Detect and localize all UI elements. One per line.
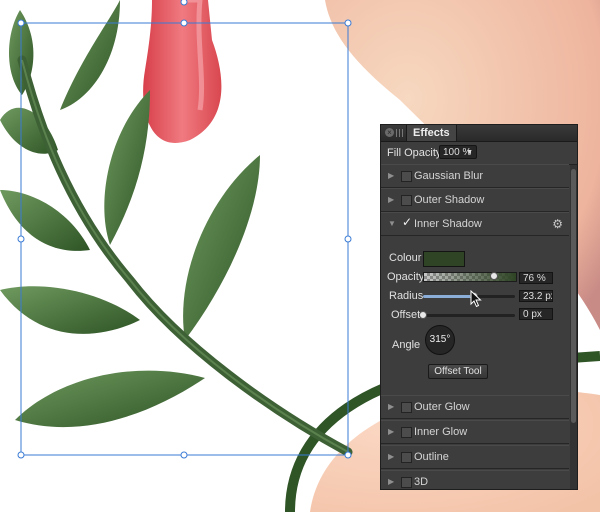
section-label: Inner Shadow [414,218,482,230]
section-label: Inner Glow [414,426,468,438]
section-label: Outer Glow [414,401,470,413]
outline-checkbox[interactable] [401,452,412,463]
expand-arrow-icon[interactable]: ▶ [388,452,394,461]
gaussian-blur-checkbox[interactable] [401,171,412,182]
fill-opacity-row: Fill Opacity: 100 % ▼ [381,142,577,165]
angle-dial[interactable]: 315° [425,325,455,355]
outer-shadow-checkbox[interactable] [401,195,412,206]
opacity-slider-thumb[interactable] [489,272,498,280]
section-3d[interactable]: ▶ 3D [381,470,569,489]
scrollbar-thumb[interactable] [571,169,576,423]
expand-arrow-icon[interactable]: ▶ [388,402,394,411]
section-outline[interactable]: ▶ Outline [381,445,569,469]
opacity-label: Opacity [387,271,425,283]
close-icon[interactable]: × [385,128,394,137]
colour-label: Colour [389,252,422,264]
panel-scrollbar[interactable] [570,165,577,489]
section-label: Outline [414,451,449,463]
angle-label: Angle [392,339,421,351]
tab-effects[interactable]: Effects [406,125,457,141]
section-gaussian-blur[interactable]: ▶ Gaussian Blur [381,164,569,188]
3d-checkbox[interactable] [401,477,412,488]
radius-value-field[interactable]: 23.2 px [519,290,553,302]
section-label: 3D [414,476,429,488]
inner-shadow-checkbox-checked[interactable]: ✓ [402,215,412,229]
expand-arrow-icon[interactable]: ▶ [388,195,394,204]
gear-icon[interactable]: ⚙ [552,217,563,231]
opacity-slider[interactable] [423,272,517,282]
fill-opacity-dropdown[interactable]: 100 % ▼ [439,145,477,159]
radius-label: Radius [389,290,424,302]
section-label: Outer Shadow [414,194,485,206]
colour-swatch[interactable] [423,251,465,267]
offset-slider[interactable] [419,311,515,319]
chevron-down-icon: ▼ [466,149,473,156]
expand-arrow-icon[interactable]: ▶ [388,427,394,436]
section-inner-shadow[interactable]: ▼ ✓ Inner Shadow ⚙ [381,212,569,236]
expand-arrow-icon[interactable]: ▶ [388,477,394,486]
grip-icon[interactable] [396,129,403,137]
collapse-arrow-icon[interactable]: ▼ [388,219,396,228]
section-outer-shadow[interactable]: ▶ Outer Shadow [381,188,569,212]
opacity-value-field[interactable]: 76 % [519,272,553,284]
leaves [0,0,260,428]
section-outer-glow[interactable]: ▶ Outer Glow [381,395,569,419]
expand-arrow-icon[interactable]: ▶ [388,171,394,180]
section-inner-glow[interactable]: ▶ Inner Glow [381,420,569,444]
offset-slider-thumb[interactable] [419,311,427,319]
offset-label: Offset [391,309,421,321]
section-label: Gaussian Blur [414,170,484,182]
panel-titlebar[interactable]: × Effects [381,125,577,142]
pointer-cursor-icon [470,290,482,308]
inner-glow-checkbox[interactable] [401,427,412,438]
offset-tool-button[interactable]: Offset Tool [428,364,488,379]
fill-opacity-label: Fill Opacity: [387,147,445,159]
outer-glow-checkbox[interactable] [401,402,412,413]
inner-shadow-settings: Colour Opacity 76 % Radius 23.2 px Offse… [381,237,569,389]
radius-slider[interactable] [423,292,515,300]
offset-value-field[interactable]: 0 px [519,308,553,320]
